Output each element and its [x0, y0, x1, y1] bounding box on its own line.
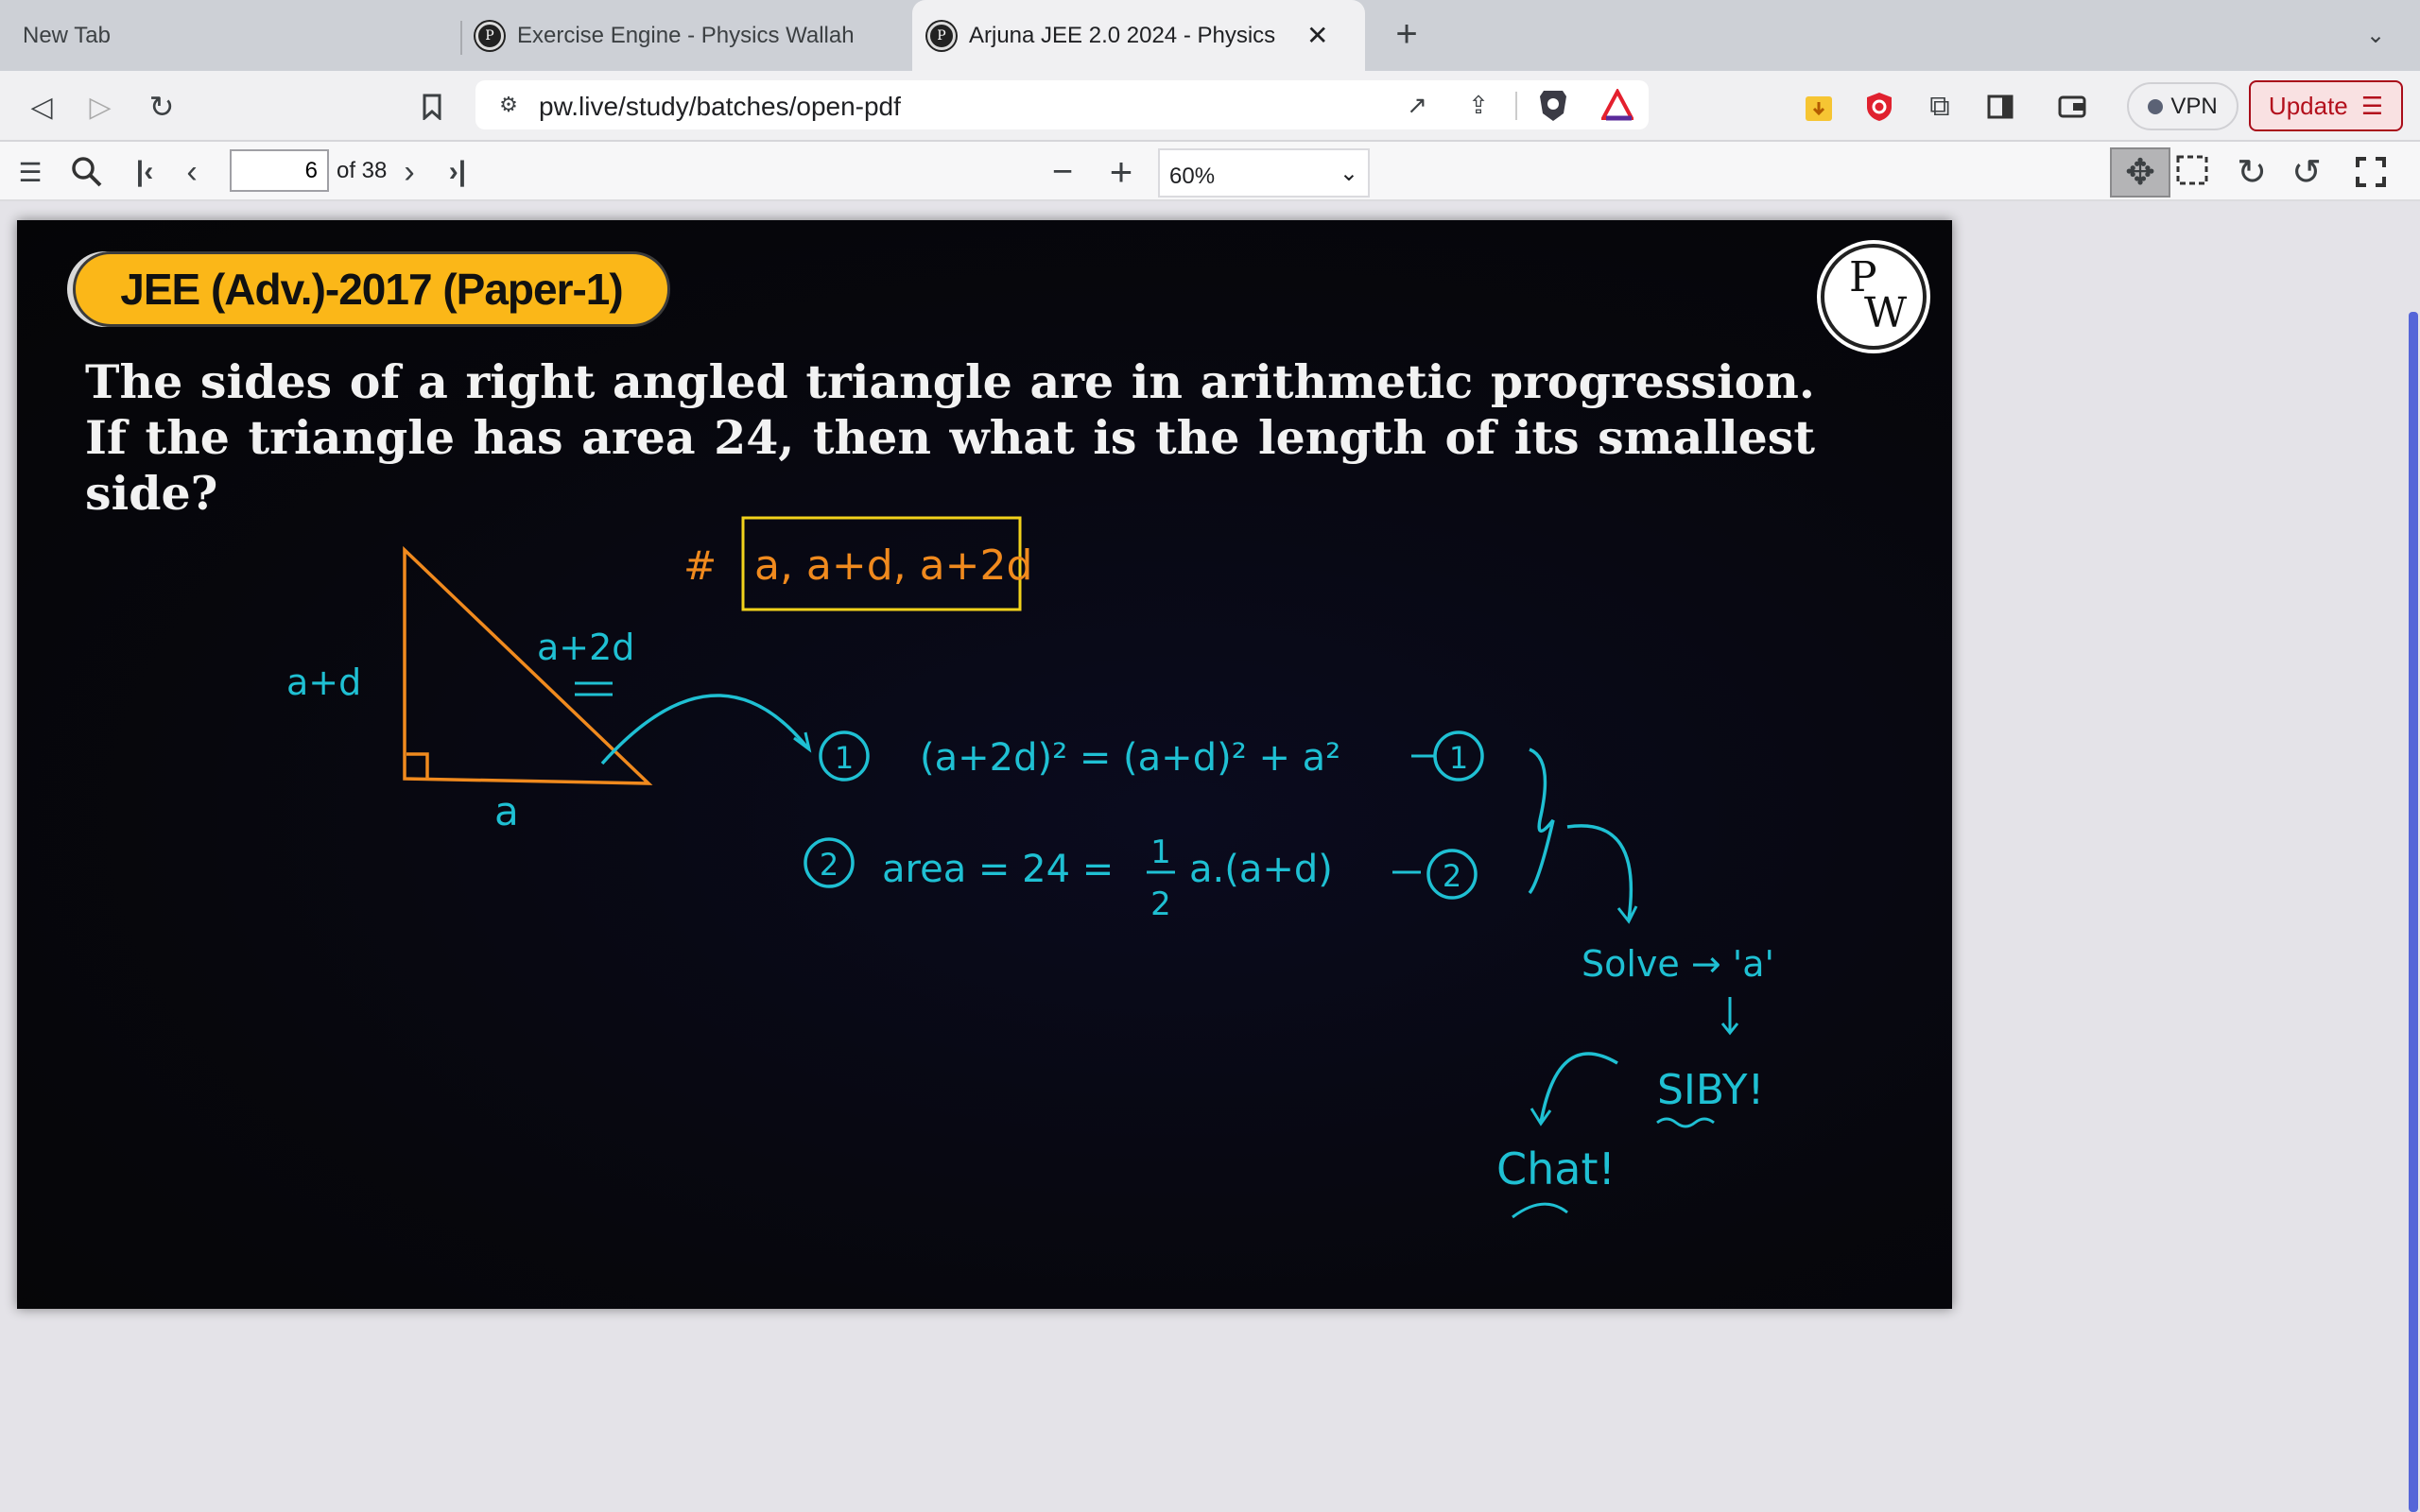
- curved-arrow: [600, 694, 809, 765]
- hash-mark: #: [683, 542, 717, 589]
- tab-divider: [460, 21, 462, 55]
- zoom-in-icon[interactable]: +: [1102, 149, 1140, 194]
- downloads-folder-icon[interactable]: [1802, 88, 1836, 126]
- zoom-value: 60%: [1169, 163, 1216, 189]
- selection-tool-icon[interactable]: [2172, 151, 2214, 193]
- sidebar-icon[interactable]: [1983, 88, 2017, 126]
- vpn-label: VPN: [2170, 93, 2218, 119]
- pdf-toolbar: ☰ |‹ ‹ of 38 › ›| − + 60% ⌄ ✥ ↻ ↺: [0, 142, 2420, 201]
- fraction-denominator: 2: [1150, 885, 1171, 923]
- zoom-out-icon[interactable]: −: [1044, 152, 1081, 192]
- divider: [1515, 92, 1517, 120]
- page-number-input[interactable]: [230, 149, 329, 192]
- pw-favicon-icon: P: [927, 21, 956, 50]
- update-label: Update: [2268, 91, 2348, 120]
- tab-bar: New Tab P Exercise Engine - Physics Walla…: [0, 0, 2420, 71]
- tab-title: Exercise Engine - Physics Wallah: [517, 22, 855, 48]
- chat-text: Chat!: [1496, 1143, 1616, 1194]
- last-page-icon[interactable]: ›|: [439, 155, 476, 189]
- tab-exercise-engine[interactable]: P Exercise Engine - Physics Wallah: [475, 0, 855, 71]
- ap-box-text: a, a+d, a+2d: [754, 541, 1032, 590]
- omnibox[interactable]: ⚙ pw.live/study/batches/open-pdf ↗ ⇪: [475, 80, 1649, 129]
- tab-list-chevron-icon[interactable]: ⌄: [2361, 21, 2390, 49]
- site-settings-icon[interactable]: ⚙: [494, 90, 523, 120]
- eq1-tag: 1: [1449, 740, 1468, 776]
- menu-icon: ☰: [2360, 91, 2384, 120]
- tab-arjuna-jee[interactable]: P Arjuna JEE 2.0 2024 - Physics ✕: [912, 0, 1365, 71]
- label-a-plus-2d: a+2d: [537, 627, 634, 668]
- ublock-icon[interactable]: [1862, 88, 1896, 126]
- share-icon[interactable]: ⇪: [1463, 90, 1494, 120]
- extensions-icon[interactable]: ⧉: [1923, 88, 1957, 126]
- rotate-clockwise-icon[interactable]: ↻: [2231, 151, 2273, 193]
- eq1-number: 1: [835, 740, 854, 776]
- handwritten-annotations: a+d a+2d a # a, a+d, a+2d 1 (a+2d)² = (a…: [286, 516, 1774, 1219]
- back-icon[interactable]: ◁: [25, 90, 59, 124]
- next-page-icon[interactable]: ›: [393, 154, 425, 190]
- label-a: a: [494, 788, 519, 834]
- pw-favicon-icon: P: [475, 21, 504, 50]
- tab-title: New Tab: [23, 22, 111, 48]
- pan-tool-icon[interactable]: ✥: [2110, 147, 2170, 198]
- pdf-page: JEE (Adv.)-2017 (Paper-1) PW The sides o…: [17, 220, 1952, 1309]
- fullscreen-icon[interactable]: [2350, 151, 2392, 193]
- new-tab-plus-icon[interactable]: +: [1390, 13, 1424, 55]
- wallet-icon[interactable]: [2055, 88, 2089, 126]
- arrow-to-chat: [1539, 1052, 1618, 1124]
- previous-page-icon[interactable]: ‹: [176, 154, 208, 190]
- equation-1: (a+2d)² = (a+d)² + a²: [920, 736, 1340, 780]
- brave-shields-icon[interactable]: [1536, 86, 1570, 124]
- reload-icon[interactable]: ↻: [145, 90, 179, 124]
- first-page-icon[interactable]: |‹: [129, 155, 161, 189]
- arrow-to-solve: [1566, 824, 1634, 920]
- page-scrollbar[interactable]: [2409, 312, 2418, 1512]
- curly-brace: [1528, 747, 1555, 895]
- brave-rewards-icon[interactable]: [1600, 86, 1634, 124]
- close-tab-icon[interactable]: ✕: [1306, 20, 1328, 51]
- zoom-select[interactable]: 60% ⌄: [1158, 148, 1370, 198]
- double-underline: [575, 681, 613, 696]
- eq2-number: 2: [820, 847, 838, 883]
- sidebar-toggle-icon[interactable]: ☰: [11, 155, 49, 189]
- tab-title: Arjuna JEE 2.0 2024 - Physics: [969, 22, 1276, 48]
- update-button[interactable]: Update ☰: [2249, 80, 2403, 131]
- vpn-button[interactable]: VPN: [2127, 82, 2238, 130]
- vpn-status-icon: [2148, 98, 2164, 114]
- siby-text: SIBY!: [1657, 1066, 1764, 1114]
- forward-icon[interactable]: ▷: [83, 90, 117, 124]
- address-toolbar: ◁ ▷ ↻ ⚙ pw.live/study/batches/open-pdf ↗…: [0, 71, 2420, 142]
- equation-2-lhs: area = 24 =: [882, 848, 1114, 891]
- search-icon[interactable]: [68, 153, 106, 191]
- bookmark-icon[interactable]: [416, 90, 448, 124]
- page-total: of 38: [337, 158, 388, 183]
- equation-2-rhs: a.(a+d): [1189, 848, 1333, 891]
- eq2-tag: 2: [1443, 858, 1461, 894]
- chevron-down-icon: ⌄: [1339, 161, 1358, 186]
- tab-new-tab[interactable]: New Tab: [23, 0, 111, 71]
- fraction-numerator: 1: [1150, 833, 1171, 871]
- rotate-counterclockwise-icon[interactable]: ↺: [2286, 151, 2327, 193]
- label-a-plus-d: a+d: [286, 662, 361, 703]
- solve-text: Solve → 'a': [1582, 943, 1774, 985]
- url-text[interactable]: pw.live/study/batches/open-pdf: [539, 92, 901, 122]
- open-external-icon[interactable]: ↗: [1402, 90, 1432, 120]
